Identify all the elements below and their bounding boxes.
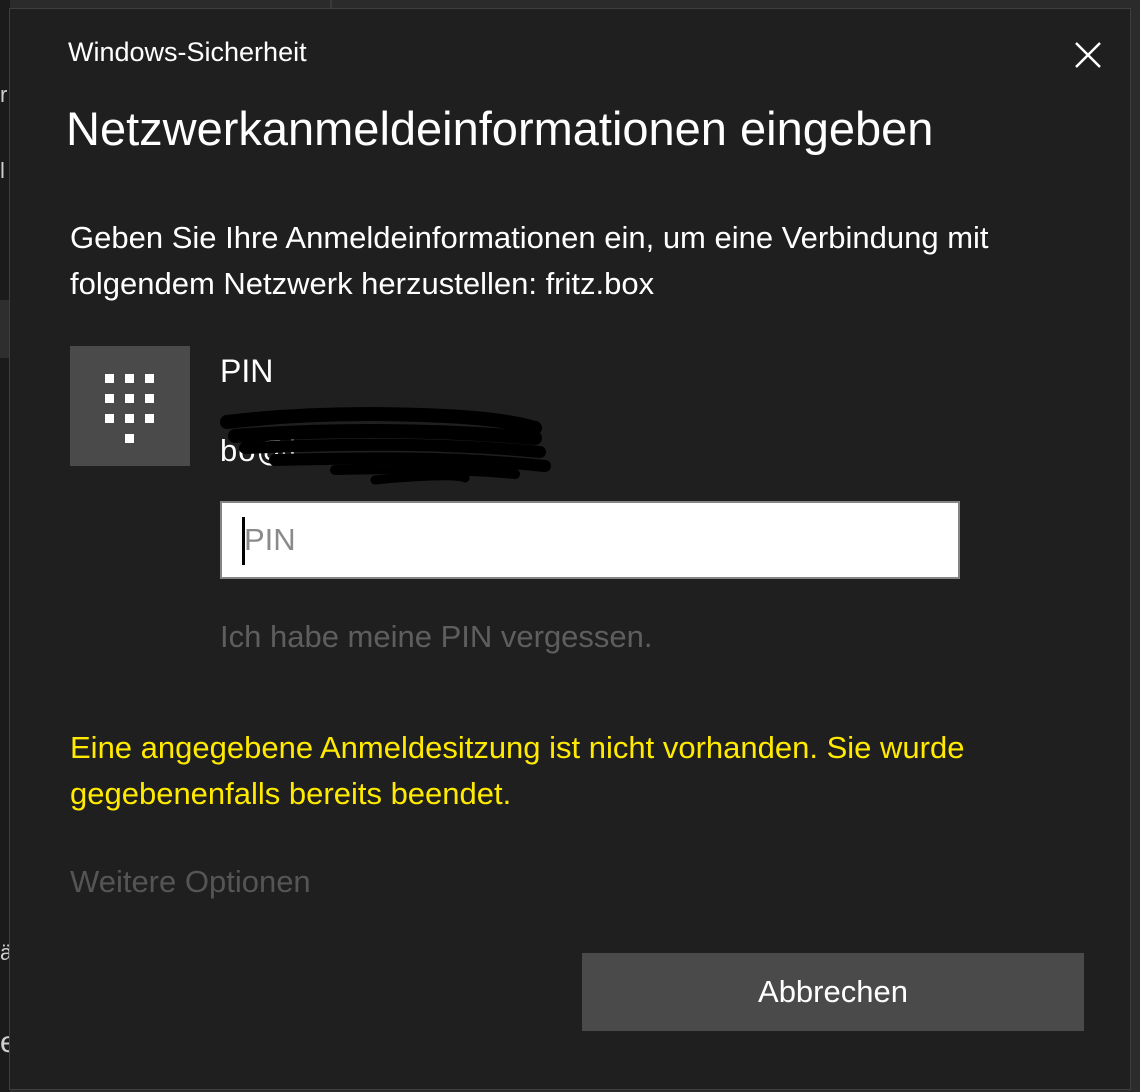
redaction-scribble [220,407,551,485]
dialog-caption: Windows-Sicherheit [68,37,307,67]
forgot-pin-link[interactable]: Ich habe meine PIN vergessen. [220,619,653,655]
dialog-description: Geben Sie Ihre Anmeldeinformationen ein,… [70,220,989,301]
background-text: l [0,158,5,183]
error-message: Eine angegebene Anmeldesitzung ist nicht… [70,730,965,811]
more-options-link[interactable]: Weitere Optionen [70,864,311,900]
text-cursor [242,517,245,565]
close-icon [1075,42,1101,68]
dialog-heading: Netzwerkanmeldeinformationen eingeben [66,102,934,155]
credential-title: PIN [220,353,274,389]
pin-field[interactable] [220,501,960,579]
background-text: r [0,82,8,107]
close-button[interactable] [1068,35,1108,75]
security-dialog: Windows-Sicherheit Netzwerkanmeldeinform… [9,8,1131,1090]
cancel-button[interactable]: Abbrechen [582,953,1084,1031]
credential-tile [70,346,190,466]
pin-input[interactable] [222,503,958,577]
pin-keypad-icon [105,374,154,443]
